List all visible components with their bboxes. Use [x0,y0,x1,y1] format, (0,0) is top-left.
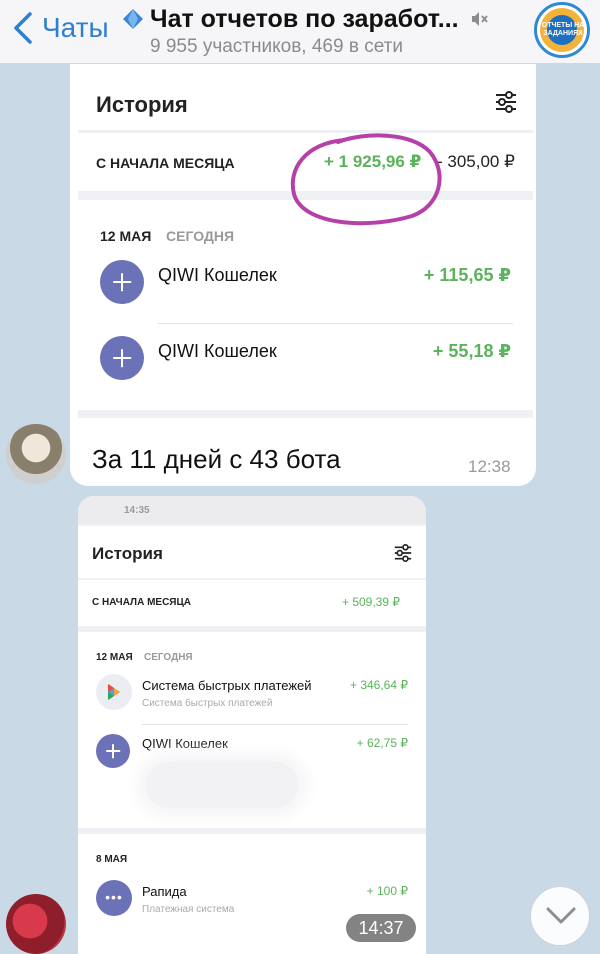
message-text: За 11 дней с 43 бота [92,444,341,474]
highlight-scribble [290,133,442,226]
message-image[interactable]: История С НАЧАЛА МЕСЯЦА + 1 925,96 ₽ - 3… [78,70,533,418]
plus-icon [100,260,144,304]
transaction-sub: Платежная система [142,904,235,915]
back-label: Чаты [42,12,109,43]
transaction-name: Рапида [142,884,187,899]
filter-icon [496,91,516,113]
back-button[interactable]: Чаты [8,10,109,46]
date-sub: СЕГОДНЯ [166,228,235,244]
channel-logo-text: ОТЧЕТЫ НА ЗАДАНИЯХ [541,22,585,37]
transaction-sub: Система быстрых платежей [142,698,273,709]
plus-icon [96,734,130,768]
transaction-name: Система быстрых платежей [142,678,312,693]
month-summary: С НАЧАЛА МЕСЯЦА + 509,39 ₽ [78,580,426,626]
status-time: 14:35 [124,505,150,516]
month-expense: - 305,00 ₽ [437,152,515,171]
mute-icon [471,12,488,26]
chat-subtitle: 9 955 участников, 469 в сети [150,36,403,57]
redacted-blur [146,762,298,808]
chat-title: Чат отчетов по заработ... [150,4,459,33]
date-label: 12 МАЯ [100,228,152,244]
date-sub: СЕГОДНЯ [144,652,193,663]
chevron-down-icon [546,907,576,924]
filter-icon [394,544,412,562]
chat-title-area[interactable]: Чат отчетов по заработ... 9 955 участник… [122,4,512,58]
plus-icon [100,336,144,380]
sbp-icon [96,674,132,710]
divider [142,724,408,725]
transaction-amount: + 346,64 ₽ [349,678,408,692]
transaction-name: QIWI Кошелек [142,736,228,751]
month-label: С НАЧАЛА МЕСЯЦА [92,597,192,608]
history-title: История [96,92,188,117]
blue-diamond-icon [123,9,143,29]
month-label: С НАЧАЛА МЕСЯЦА [96,155,235,171]
message-image[interactable]: 14:35 История С НАЧАЛА МЕСЯЦА + 509,39 ₽… [78,496,426,954]
transaction-amount: + 100 ₽ [366,884,408,898]
month-income: + 509,39 ₽ [341,595,400,609]
date-label: 12 МАЯ [96,652,133,663]
message-time: 14:37 [346,914,416,942]
status-bar: 14:35 [78,496,426,524]
channel-avatar[interactable]: ОТЧЕТЫ НА ЗАДАНИЯХ [534,2,590,58]
history-title: История [92,544,163,563]
transaction-amount: + 115,65 ₽ [423,265,511,285]
transaction-amount: + 62,75 ₽ [356,736,408,750]
sender-avatar[interactable] [6,894,66,954]
transaction-name: QIWI Кошелек [158,265,277,285]
scroll-down-button[interactable] [530,886,590,946]
chat-header: Чаты Чат отчетов по заработ... 9 955 уча… [0,0,600,64]
transaction-name: QIWI Кошелек [158,341,277,361]
transaction-amount: + 55,18 ₽ [432,341,511,361]
history-header: История [78,526,426,578]
chevron-left-icon [14,12,32,44]
history-header: История [78,70,533,130]
divider [158,323,513,324]
sender-avatar[interactable] [6,424,66,484]
date-label: 8 МАЯ [96,854,128,865]
message-time: 12:38 [468,457,511,476]
more-icon: ••• [96,880,132,916]
